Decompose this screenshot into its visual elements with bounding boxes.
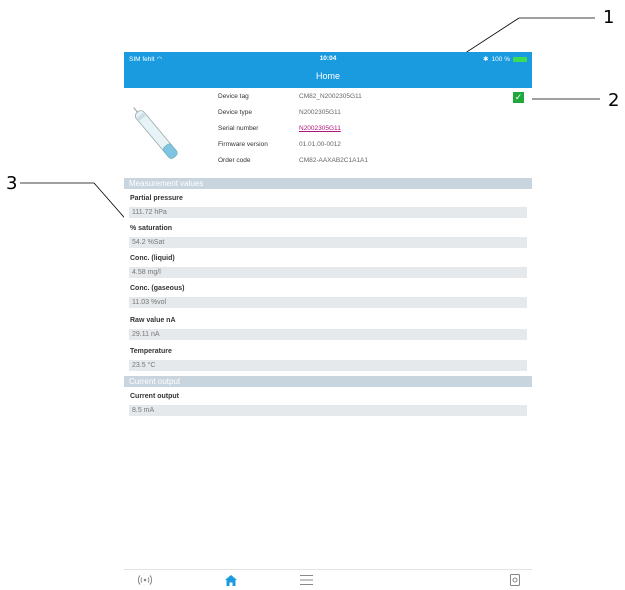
temperature-label: Temperature bbox=[130, 348, 172, 355]
partial-pressure-value: 111.72 hPa bbox=[129, 207, 527, 218]
bottom-tab-bar bbox=[124, 569, 532, 590]
status-time: 10:04 bbox=[319, 55, 337, 62]
home-icon bbox=[225, 574, 237, 586]
tab-menu[interactable] bbox=[296, 573, 316, 587]
saturation-value: 54.2 %Sat bbox=[129, 237, 527, 248]
device-icon bbox=[510, 574, 520, 586]
conc-liquid-value: 4.58 mg/l bbox=[129, 267, 527, 278]
tab-connection[interactable] bbox=[135, 573, 155, 587]
device-type-row: Device type N2002305G11 bbox=[218, 109, 341, 116]
saturation-label: % saturation bbox=[130, 225, 173, 232]
conc-gaseous-label: Conc. (gaseous) bbox=[130, 285, 185, 292]
tab-device[interactable] bbox=[505, 573, 525, 587]
measurement-values-header: Measurement values bbox=[124, 178, 532, 189]
partial-pressure-label: Partial pressure bbox=[130, 195, 183, 202]
device-tag-row: Device tag CM82_N2002305G11 bbox=[218, 93, 362, 100]
order-code-row: Order code CM82-AAXAB2C1A1A1 bbox=[218, 157, 369, 164]
device-image bbox=[133, 107, 178, 159]
tab-home[interactable] bbox=[221, 573, 241, 587]
app-screen: SIM fehlt ◠ 10:04 ✱ 100 % Home Device ta… bbox=[124, 52, 532, 590]
current-output-header: Current output bbox=[124, 376, 532, 387]
conc-gaseous-value: 11.03 %vol bbox=[129, 297, 527, 308]
conc-liquid-label: Conc. (liquid) bbox=[130, 255, 175, 262]
raw-value-value: 29.11 nA bbox=[129, 329, 527, 340]
serial-number-link[interactable]: N2002305G11 bbox=[299, 125, 341, 132]
firmware-version-row: Firmware version 01.01.00-0012 bbox=[218, 141, 341, 148]
checkmark-icon: ✓ bbox=[514, 92, 523, 102]
current-output-label: Current output bbox=[130, 393, 179, 400]
battery-icon bbox=[513, 56, 527, 62]
current-output-value: 8.5 mA bbox=[129, 405, 527, 416]
nav-title: Home bbox=[124, 66, 532, 88]
bluetooth-icon: ✱ bbox=[483, 56, 489, 63]
status-ok-button[interactable]: ✓ bbox=[513, 92, 524, 103]
status-bar: SIM fehlt ◠ 10:04 ✱ 100 % bbox=[124, 52, 532, 66]
signal-icon bbox=[138, 575, 152, 585]
raw-value-label: Raw value nA bbox=[130, 317, 176, 324]
callout-1: 1 bbox=[603, 7, 615, 28]
serial-number-row: Serial number N2002305G11 bbox=[218, 125, 341, 132]
battery-status: ✱ 100 % bbox=[483, 55, 527, 63]
callout-2: 2 bbox=[608, 90, 620, 111]
temperature-value: 23.5 °C bbox=[129, 360, 527, 371]
callout-3: 3 bbox=[6, 173, 18, 194]
menu-icon bbox=[299, 575, 313, 585]
